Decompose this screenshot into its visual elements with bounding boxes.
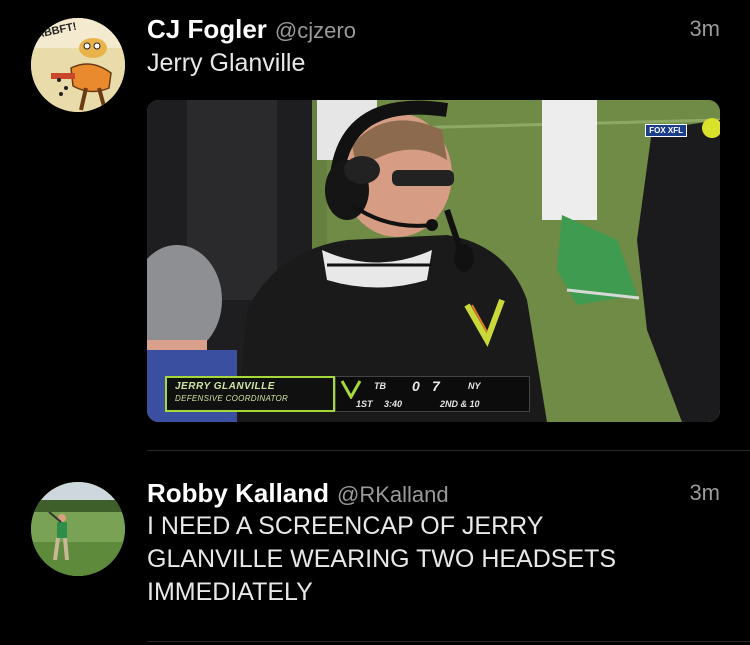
avatar[interactable]: ABBFT! xyxy=(31,18,125,112)
lower-third-title: DEFENSIVE COORDINATOR xyxy=(175,394,289,403)
golfer-avatar-image xyxy=(31,482,125,576)
tweet-text: I NEED A SCREENCAP OF JERRY GLANVILLE WE… xyxy=(147,510,707,609)
display-name[interactable]: CJ Fogler xyxy=(147,14,267,44)
tweet-text-line: IMMEDIATELY xyxy=(147,578,313,606)
down-and-distance: 2ND & 10 xyxy=(440,399,480,409)
tweet-media-image[interactable]: FOX XFL JERRY GLANVILLE DEFENSIVE COORDI… xyxy=(147,100,720,422)
tweet-text: Jerry Glanville xyxy=(147,49,306,77)
lower-third-name: JERRY GLANVILLE xyxy=(175,381,275,392)
team2-abbr: NY xyxy=(468,381,481,391)
broadcast-lower-third: JERRY GLANVILLE DEFENSIVE COORDINATOR TB… xyxy=(165,376,530,412)
game-clock: 3:40 xyxy=(384,399,403,409)
tweet-text-line: I NEED A SCREENCAP OF JERRY xyxy=(147,512,544,540)
tweet-2[interactable]: Robby Kalland @RKalland 3m I NEED A SCREE… xyxy=(0,451,750,645)
quarter: 1ST xyxy=(356,399,373,409)
tweet-header: CJ Fogler @cjzero 3m xyxy=(147,14,720,48)
user-handle[interactable]: @RKalland xyxy=(337,482,449,507)
tweet-1[interactable]: ABBFT! CJ Fogler @cjzero 3m Jerry Glanvil… xyxy=(0,0,750,451)
timestamp[interactable]: 3m xyxy=(689,16,720,42)
lower-third-nameplate: JERRY GLANVILLE DEFENSIVE COORDINATOR xyxy=(165,376,335,412)
team1-score: 0 xyxy=(412,378,420,394)
team1-abbr: TB xyxy=(374,381,386,391)
team2-score: 7 xyxy=(432,378,440,394)
avatar[interactable] xyxy=(31,482,125,576)
cartoon-avatar-image: ABBFT! xyxy=(31,18,125,112)
team-logo-icon xyxy=(340,380,362,399)
football-sideline-photo xyxy=(147,100,720,422)
tweet-divider xyxy=(147,641,750,642)
timestamp[interactable]: 3m xyxy=(689,480,720,506)
display-name[interactable]: Robby Kalland xyxy=(147,478,329,508)
tweet-header: Robby Kalland @RKalland 3m xyxy=(147,478,720,512)
user-handle[interactable]: @cjzero xyxy=(275,18,356,43)
tweet-text-line: GLANVILLE WEARING TWO HEADSETS xyxy=(147,545,617,573)
network-bug: FOX XFL xyxy=(645,124,687,137)
scorebug: TB 0 7 NY 1ST 3:40 2ND & 10 xyxy=(335,376,530,412)
